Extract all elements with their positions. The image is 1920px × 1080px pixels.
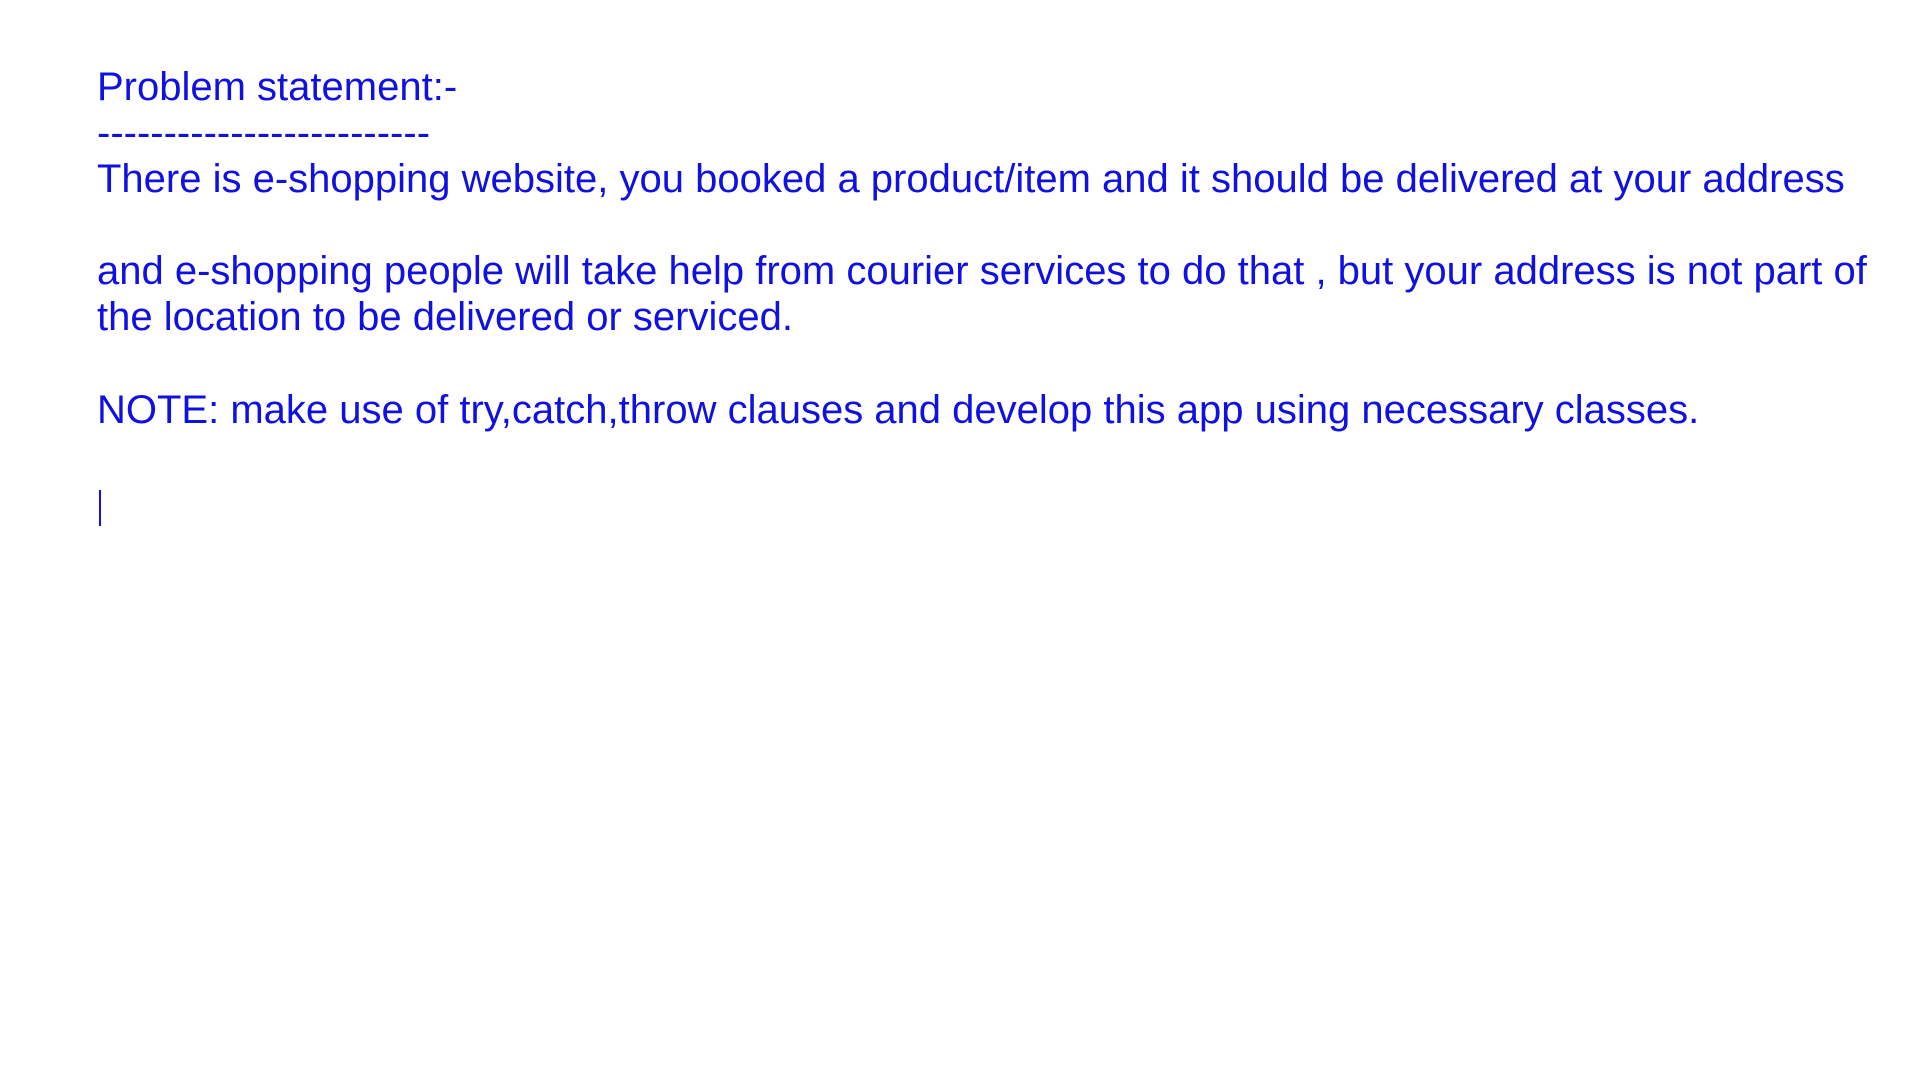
paragraph-1: There is e-shopping website, you booked …: [97, 157, 1845, 201]
heading-underline: -------------------------: [97, 111, 431, 155]
problem-statement-heading: Problem statement:-: [97, 65, 458, 109]
note-paragraph: NOTE: make use of try,catch,throw clause…: [97, 388, 1700, 432]
paragraph-2-line-2: the location to be delivered or serviced…: [97, 295, 793, 339]
paragraph-2-line-1: and e-shopping people will take help fro…: [97, 249, 1867, 293]
text-cursor: [99, 490, 101, 526]
document-page: Problem statement:- --------------------…: [0, 0, 1920, 1080]
